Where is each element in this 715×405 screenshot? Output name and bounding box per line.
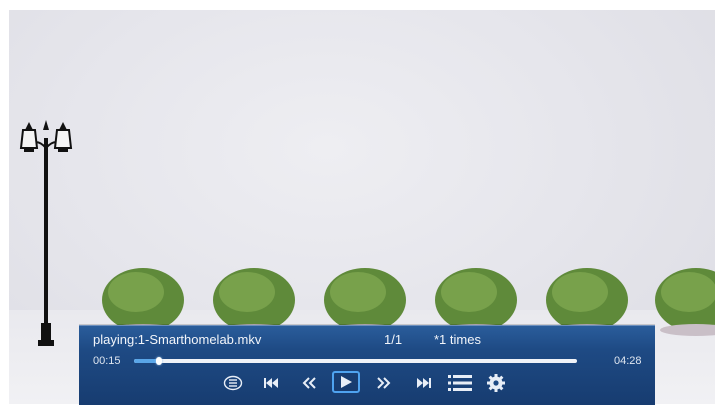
playlist-button[interactable] bbox=[448, 371, 472, 395]
settings-button[interactable] bbox=[484, 371, 508, 395]
skip-next-icon bbox=[417, 378, 431, 388]
playback-control-panel: playing:1-Smarthomelab.mkv 1/1 *1 times … bbox=[79, 325, 655, 405]
play-icon bbox=[341, 376, 352, 388]
duration-time: 04:28 bbox=[614, 355, 642, 367]
play-button[interactable] bbox=[332, 371, 360, 393]
elapsed-time: 00:15 bbox=[93, 355, 121, 367]
track-index-label: 1/1 bbox=[384, 332, 403, 347]
previous-button[interactable] bbox=[259, 371, 283, 395]
progress-bar[interactable] bbox=[134, 357, 577, 365]
gear-icon bbox=[487, 374, 505, 392]
bush-image bbox=[653, 266, 715, 338]
rewind-icon bbox=[302, 377, 316, 389]
now-playing-label: playing:1-Smarthomelab.mkv bbox=[93, 332, 262, 347]
next-button[interactable] bbox=[412, 371, 436, 395]
fast-forward-button[interactable] bbox=[372, 371, 396, 395]
fast-forward-icon bbox=[377, 377, 391, 389]
repeat-count-label: *1 times bbox=[434, 332, 481, 347]
repeat-mode-button[interactable] bbox=[221, 371, 245, 395]
skip-previous-icon bbox=[264, 378, 278, 388]
progress-handle[interactable] bbox=[156, 357, 162, 365]
rewind-button[interactable] bbox=[297, 371, 321, 395]
list-icon bbox=[448, 375, 472, 391]
street-lamp-image bbox=[19, 120, 73, 346]
repeat-list-icon bbox=[223, 375, 243, 391]
